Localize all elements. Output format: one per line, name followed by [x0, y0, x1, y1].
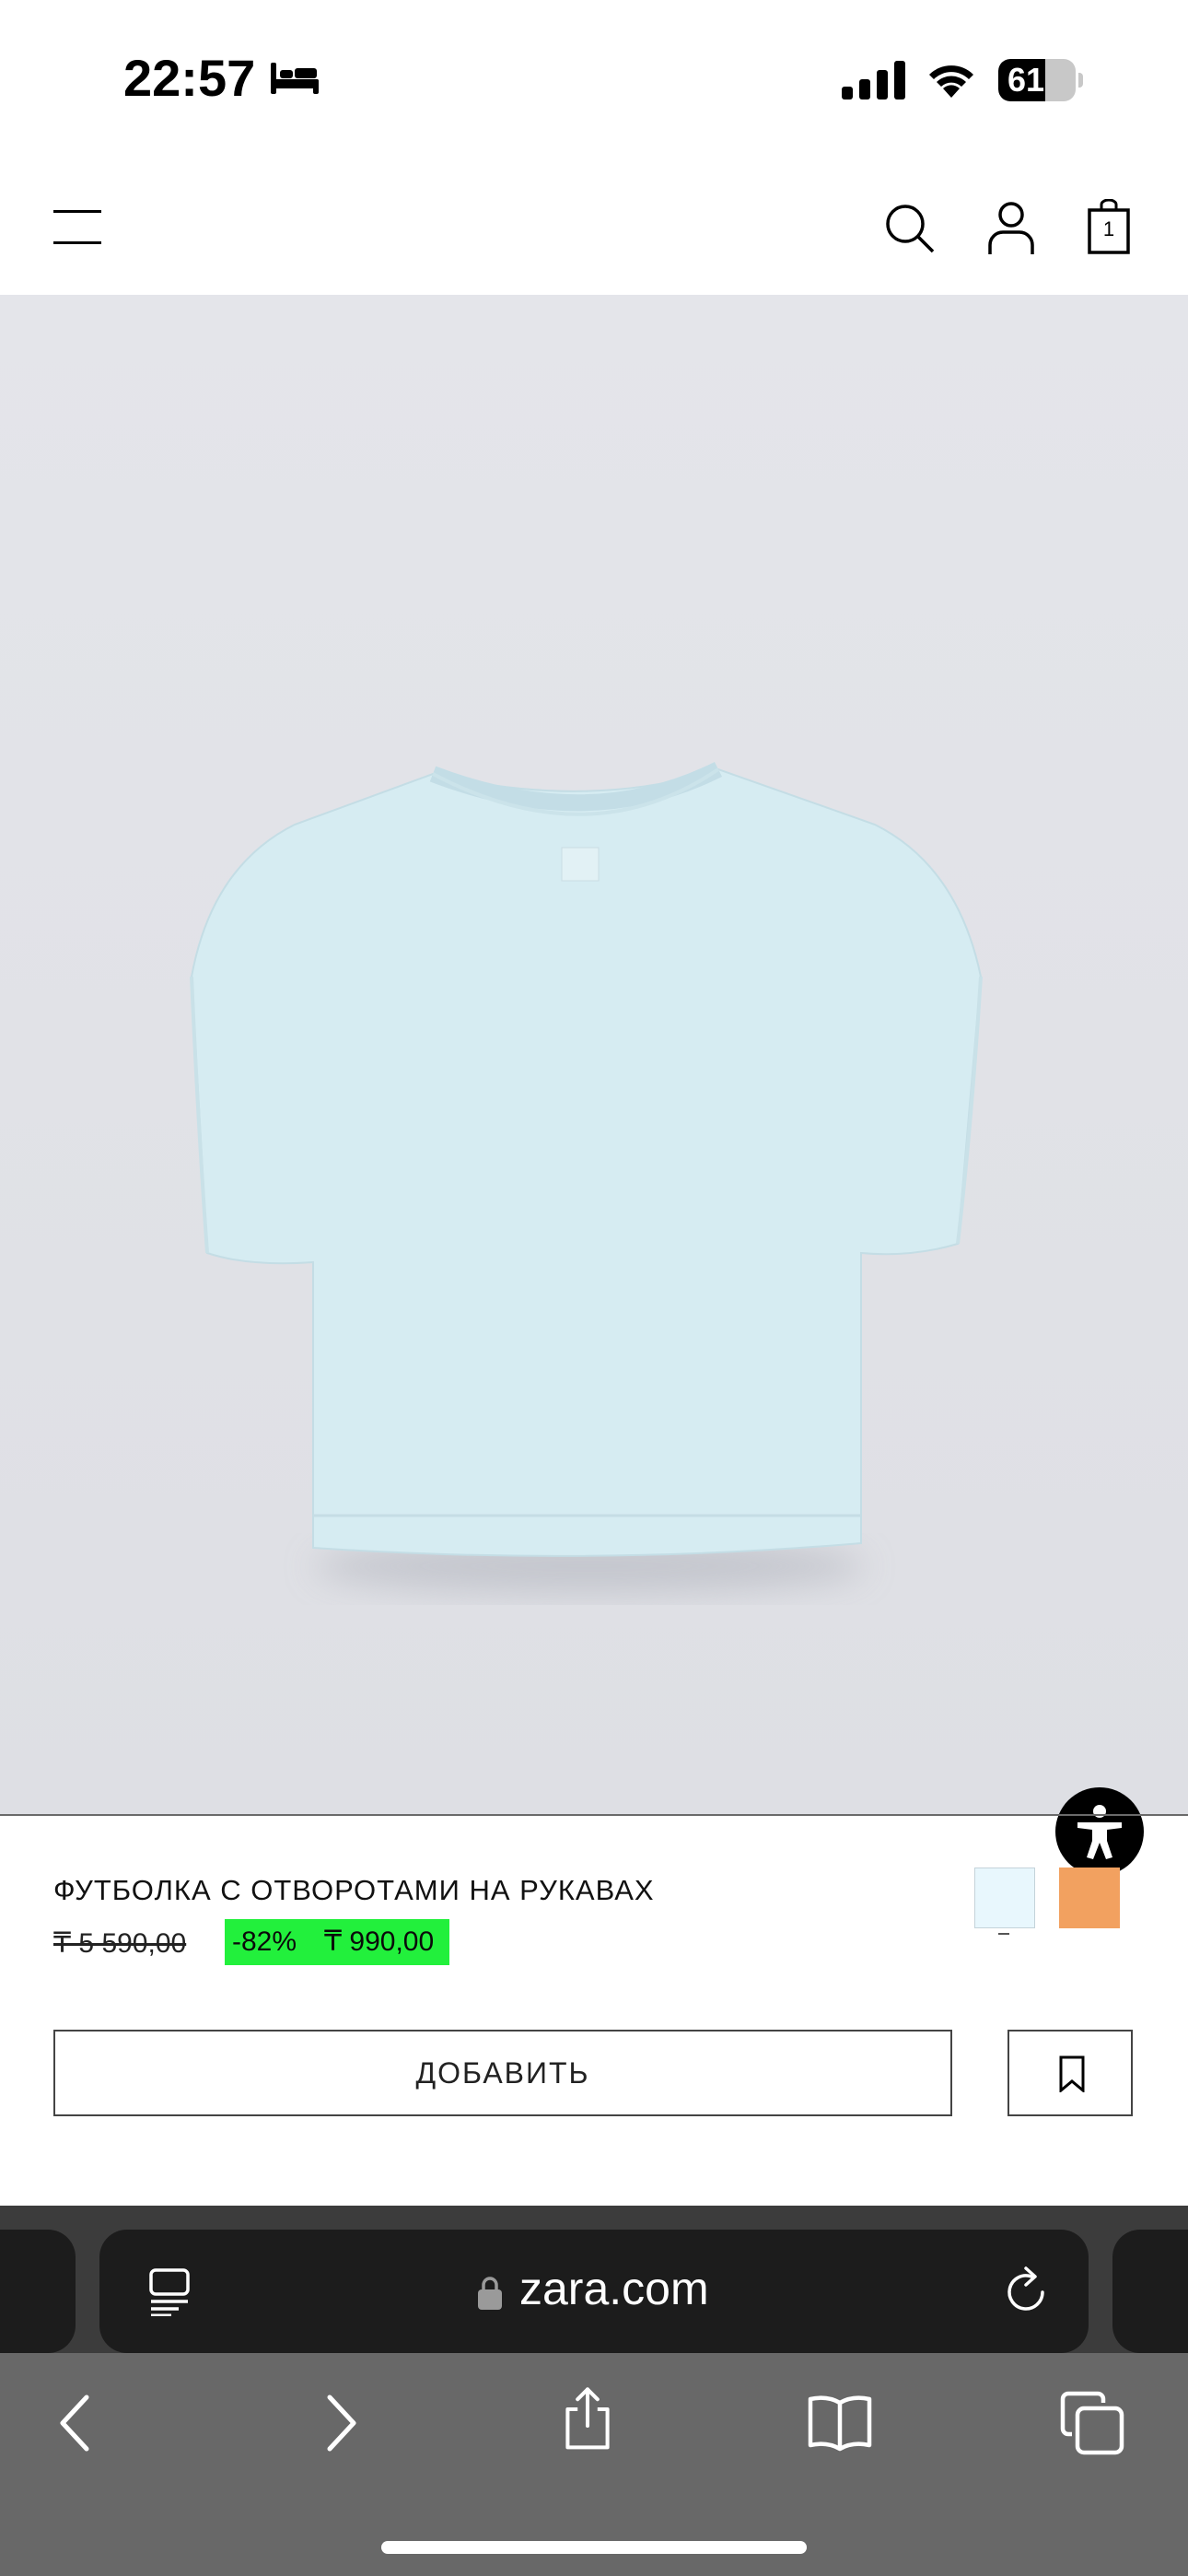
wifi-icon [929, 65, 973, 98]
back-icon[interactable] [46, 2390, 112, 2456]
color-swatch-light-blue[interactable] [974, 1868, 1035, 1928]
status-time: 22:57 [123, 49, 256, 107]
battery-icon: 61 [998, 59, 1083, 101]
previous-tab-preview[interactable] [0, 2230, 76, 2353]
forward-icon[interactable] [304, 2390, 370, 2456]
old-price: ₸ 5 590,00 [53, 1928, 187, 1959]
bookmarks-icon[interactable] [807, 2390, 873, 2456]
bag-count: 1 [1102, 217, 1115, 240]
home-indicator [381, 2541, 807, 2554]
cellular-signal-icon [842, 61, 905, 100]
status-bar: 22:57 61 [0, 0, 1188, 157]
t-shirt-image [190, 761, 983, 1594]
tabs-icon[interactable] [1059, 2390, 1125, 2456]
address-bar[interactable]: zara.com [99, 2230, 1089, 2353]
address-bar-area: zara.com [0, 2206, 1188, 2353]
product-title: ФУТБОЛКА С ОТВОРОТАМИ НА РУКАВАХ [53, 1874, 655, 1906]
reload-icon[interactable] [1000, 2265, 1052, 2318]
url-text: zara.com [519, 2263, 709, 2314]
browser-toolbar: zara.com [0, 2206, 1188, 2576]
sale-price: ₸ 990,00 [324, 1926, 435, 1957]
color-swatch-orange[interactable] [1059, 1868, 1120, 1928]
shopping-bag-icon[interactable]: 1 [1087, 198, 1131, 256]
search-icon[interactable] [884, 203, 936, 254]
accessibility-icon [1077, 1805, 1122, 1859]
divider [0, 1814, 1188, 1816]
bookmark-icon [1059, 2055, 1085, 2092]
add-to-cart-button[interactable]: ДОБАВИТЬ [53, 2030, 952, 2116]
battery-percent: 61 [1007, 61, 1045, 99]
page-menu-icon[interactable] [146, 2266, 193, 2316]
account-icon[interactable] [987, 201, 1035, 256]
product-image[interactable] [0, 295, 1188, 1876]
lock-icon [478, 2277, 502, 2310]
discount-percent: -82% [232, 1926, 297, 1957]
bed-icon [271, 63, 319, 94]
bookmark-button[interactable] [1007, 2030, 1133, 2116]
menu-icon[interactable] [53, 208, 101, 245]
next-tab-preview[interactable] [1112, 2230, 1188, 2353]
selected-swatch-marker [998, 1933, 1009, 1935]
site-header: 1 [0, 157, 1188, 295]
sale-price-badge: -82% ₸ 990,00 [225, 1919, 449, 1965]
accessibility-button[interactable] [1055, 1787, 1144, 1876]
share-icon[interactable] [554, 2384, 621, 2451]
